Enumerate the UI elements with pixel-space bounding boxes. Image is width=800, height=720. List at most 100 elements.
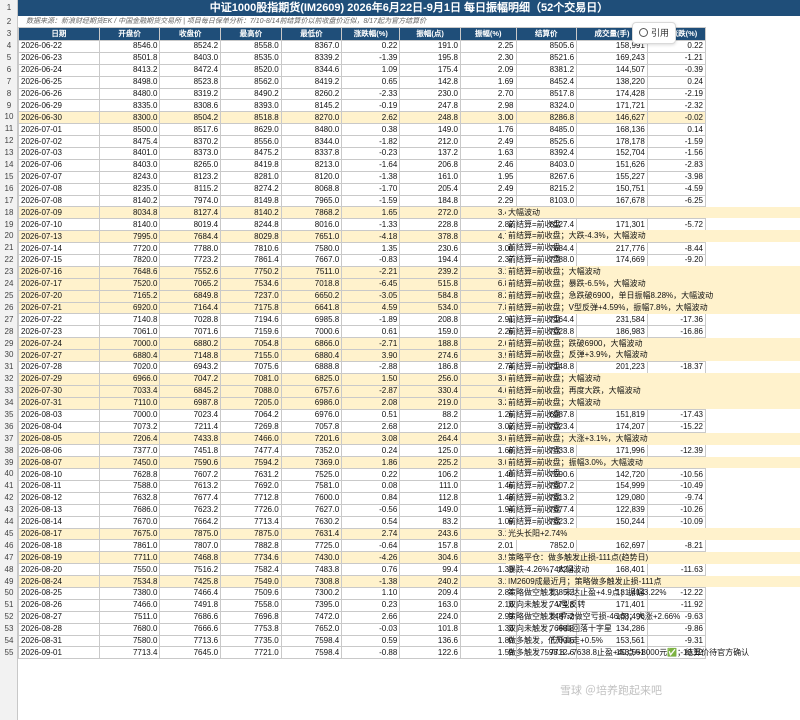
table-cell[interactable]: 168,136 [576, 123, 648, 137]
table-cell[interactable]: 152,704 [576, 147, 648, 160]
table-cell[interactable]: -0.23 [341, 147, 401, 160]
table-cell[interactable]: 8475.2 [220, 147, 282, 160]
table-cell[interactable]: 2026-07-24 [18, 337, 100, 351]
table-cell[interactable]: 8145.2 [280, 99, 343, 113]
row-number[interactable]: 31 [0, 361, 18, 373]
table-cell[interactable]: 146,627 [576, 111, 648, 125]
table-cell[interactable]: 7516.2 [159, 563, 222, 577]
note-cell[interactable]: 双向未触发；V型反转 [506, 599, 800, 611]
table-cell[interactable]: 8413.2 [98, 63, 161, 77]
table-cell[interactable]: 184.8 [399, 194, 461, 208]
table-cell[interactable]: 2026-08-25 [18, 586, 100, 600]
table-cell[interactable]: -0.19 [341, 99, 401, 113]
table-cell[interactable]: 7000.6 [280, 325, 343, 339]
table-cell[interactable]: 7352.0 [280, 444, 343, 458]
table-cell[interactable]: 8235.0 [98, 182, 161, 196]
table-cell[interactable]: 7720.0 [98, 242, 161, 256]
table-cell[interactable]: -2.87 [341, 384, 401, 398]
note-cell[interactable]: 前结算=前收盘 [506, 219, 800, 231]
table-cell[interactable]: 7269.8 [220, 420, 282, 434]
table-cell[interactable]: 7684.4 [159, 230, 222, 244]
row-number[interactable]: 25 [0, 290, 18, 302]
row-number[interactable]: 26 [0, 302, 18, 314]
table-cell[interactable]: 228.8 [399, 218, 461, 232]
row-number[interactable]: 15 [0, 171, 18, 183]
table-cell[interactable]: 2026-08-19 [18, 551, 100, 565]
row-number[interactable]: 36 [0, 421, 18, 433]
note-cell[interactable]: 前结算=前收盘；大涨+3.1%，大幅波动 [506, 432, 800, 445]
table-cell[interactable]: 7075.6 [220, 361, 282, 374]
table-cell[interactable]: 240.2 [399, 575, 461, 588]
table-cell[interactable]: 7450.0 [98, 456, 161, 470]
table-cell[interactable]: 8556.0 [220, 135, 282, 149]
table-cell[interactable]: 2.70 [459, 87, 517, 101]
table-cell[interactable]: -2.21 [341, 265, 401, 279]
table-cell[interactable]: 186.8 [399, 361, 461, 374]
table-cell[interactable]: 8498.0 [98, 75, 161, 89]
row-number[interactable]: 32 [0, 373, 18, 385]
table-cell[interactable]: -2.19 [646, 87, 707, 101]
table-cell[interactable]: 2.09 [459, 63, 517, 77]
table-cell[interactable]: 7588.0 [98, 479, 161, 493]
table-cell[interactable]: 8215.2 [515, 182, 578, 196]
table-cell[interactable]: 7726.0 [220, 503, 282, 517]
table-cell[interactable]: 7549.0 [220, 575, 282, 588]
table-cell[interactable]: 7713.4 [98, 646, 161, 660]
table-cell[interactable]: 7477.4 [220, 444, 282, 458]
row-number[interactable]: 34 [0, 397, 18, 409]
column-header[interactable]: 涨跌幅(%) [341, 27, 401, 41]
table-cell[interactable]: 7509.6 [220, 586, 282, 600]
table-cell[interactable]: 7140.8 [98, 313, 161, 327]
table-cell[interactable]: 8401.0 [98, 147, 161, 160]
table-cell[interactable]: 8068.8 [280, 182, 343, 196]
table-cell[interactable]: 6976.0 [280, 408, 343, 422]
note-cell[interactable]: 光头长阳+2.74% [506, 527, 800, 540]
table-cell[interactable]: 2026-08-17 [18, 527, 100, 541]
table-cell[interactable]: 7071.6 [159, 325, 222, 339]
table-cell[interactable]: 7750.2 [220, 265, 282, 279]
table-cell[interactable]: 8485.0 [515, 123, 578, 137]
table-cell[interactable]: 6650.2 [280, 289, 343, 303]
table-cell[interactable]: 8339.2 [280, 51, 343, 65]
table-cell[interactable]: 2026-07-08 [18, 182, 100, 196]
table-cell[interactable]: -2.83 [646, 158, 707, 172]
table-cell[interactable]: -2.88 [341, 361, 401, 374]
table-cell[interactable]: 7696.8 [220, 610, 282, 624]
table-cell[interactable]: 7466.0 [98, 598, 161, 612]
table-cell[interactable]: 7300.2 [280, 586, 343, 600]
table-cell[interactable]: -1.38 [341, 575, 401, 588]
row-number[interactable]: 13 [0, 147, 18, 159]
table-cell[interactable]: 8419.2 [280, 75, 343, 89]
table-cell[interactable]: 7628.8 [98, 468, 161, 481]
table-cell[interactable]: 248.8 [399, 111, 461, 125]
table-cell[interactable]: 169,243 [576, 51, 648, 65]
table-cell[interactable]: 8274.2 [220, 182, 282, 196]
table-cell[interactable]: 7433.8 [159, 432, 222, 446]
note-cell[interactable]: 前结算=前收盘 [506, 468, 800, 480]
note-cell[interactable]: 前结算=前收盘；V型反弹+4.59%，振幅7.8%，大幅波动 [506, 301, 800, 314]
table-cell[interactable]: 2026-07-07 [18, 170, 100, 184]
table-cell[interactable]: 6866.0 [280, 337, 343, 351]
table-cell[interactable]: 212.0 [399, 420, 461, 434]
row-number[interactable]: 45 [0, 528, 18, 540]
table-cell[interactable]: 230.0 [399, 87, 461, 101]
table-cell[interactable]: 8140.2 [220, 206, 282, 220]
table-cell[interactable]: 2026-08-11 [18, 479, 100, 493]
table-cell[interactable]: 6888.8 [280, 361, 343, 374]
table-cell[interactable]: 7607.2 [159, 468, 222, 481]
table-cell[interactable]: 8344.6 [280, 63, 343, 77]
note-cell[interactable]: 双向未触发；冲高回落十字星 [506, 623, 800, 635]
table-cell[interactable]: 0.23 [341, 598, 401, 612]
table-cell[interactable]: 0.84 [341, 491, 401, 505]
table-cell[interactable]: 2026-07-16 [18, 265, 100, 279]
table-cell[interactable]: 6985.8 [280, 313, 343, 327]
table-cell[interactable]: 7680.0 [98, 622, 161, 636]
table-cell[interactable]: 0.22 [341, 468, 401, 481]
table-cell[interactable]: 7613.2 [159, 479, 222, 493]
table-cell[interactable]: 8480.0 [280, 123, 343, 137]
table-cell[interactable]: 195.8 [399, 51, 461, 65]
table-cell[interactable]: 7965.0 [280, 194, 343, 208]
table-cell[interactable]: 8319.2 [159, 87, 222, 101]
table-cell[interactable]: 2026-06-24 [18, 63, 100, 77]
column-header[interactable]: 振幅(点) [399, 27, 461, 41]
